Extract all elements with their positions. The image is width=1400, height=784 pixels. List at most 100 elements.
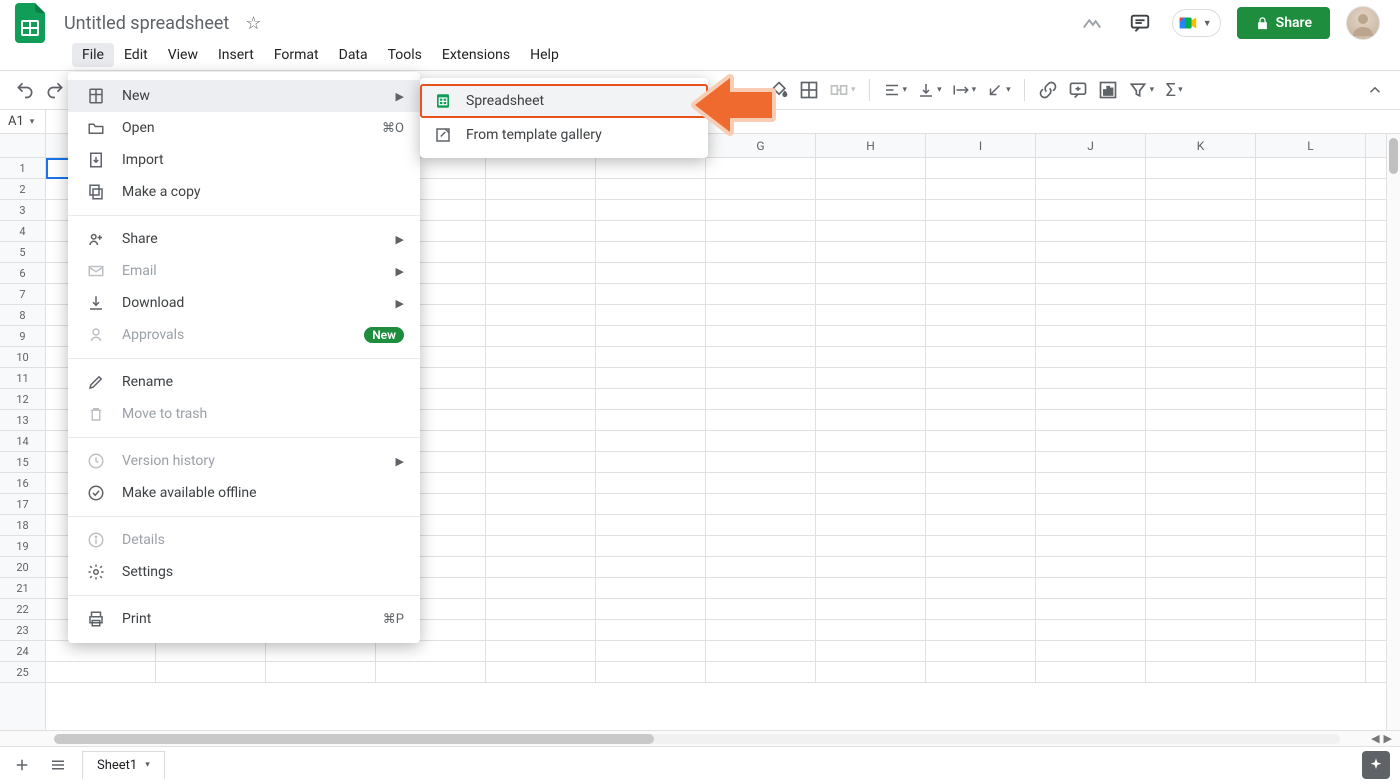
row-header[interactable]: 16	[0, 473, 45, 494]
email-icon	[86, 262, 106, 280]
menu-details: Details	[68, 524, 420, 556]
row-header[interactable]: 11	[0, 368, 45, 389]
row-header[interactable]: 6	[0, 263, 45, 284]
row-header[interactable]: 20	[0, 557, 45, 578]
column-header[interactable]: G	[706, 134, 816, 157]
all-sheets-button[interactable]	[46, 749, 70, 781]
menu-extensions[interactable]: Extensions	[432, 43, 520, 67]
row-header[interactable]: 23	[0, 620, 45, 641]
menu-edit[interactable]: Edit	[114, 43, 158, 67]
sheets-logo[interactable]	[10, 3, 50, 43]
menu-view[interactable]: View	[158, 43, 208, 67]
comment-button[interactable]	[1065, 76, 1091, 104]
meet-button[interactable]: ▼	[1172, 9, 1221, 37]
row-header[interactable]: 19	[0, 536, 45, 557]
merge-button[interactable]: ▾	[826, 76, 859, 104]
row-header[interactable]: 22	[0, 599, 45, 620]
column-header[interactable]: K	[1146, 134, 1256, 157]
row-header[interactable]: 13	[0, 410, 45, 431]
column-header[interactable]: L	[1256, 134, 1366, 157]
info-icon	[86, 531, 106, 549]
chevron-right-icon: ▶	[396, 233, 404, 246]
menu-download[interactable]: Download ▶	[68, 287, 420, 319]
row-header[interactable]: 7	[0, 284, 45, 305]
row-header[interactable]: 8	[0, 305, 45, 326]
wrap-button[interactable]: ▾	[949, 76, 980, 104]
star-icon[interactable]: ☆	[245, 13, 261, 34]
row-header[interactable]: 10	[0, 347, 45, 368]
menu-insert[interactable]: Insert	[208, 43, 264, 67]
rotate-button[interactable]: ▾	[983, 76, 1014, 104]
menu-file[interactable]: File	[72, 43, 114, 67]
row-header[interactable]: 21	[0, 578, 45, 599]
row-header[interactable]: 24	[0, 641, 45, 662]
redo-button[interactable]	[42, 76, 68, 104]
link-button[interactable]	[1035, 76, 1061, 104]
row-header[interactable]: 25	[0, 662, 45, 683]
menu-move-to-trash: Move to trash	[68, 398, 420, 430]
column-header[interactable]: H	[816, 134, 926, 157]
row-header[interactable]: 4	[0, 221, 45, 242]
chevron-right-icon: ▶	[396, 90, 404, 103]
collapse-toolbar-icon[interactable]	[1362, 76, 1388, 104]
horizontal-scrollbar[interactable]: ◀▶	[0, 730, 1400, 746]
fill-color-button[interactable]	[766, 76, 792, 104]
row-header[interactable]: 14	[0, 431, 45, 452]
menu-format[interactable]: Format	[264, 43, 329, 67]
row-header[interactable]: 9	[0, 326, 45, 347]
menu-new[interactable]: New ▶	[68, 80, 420, 112]
menu-rename[interactable]: Rename	[68, 366, 420, 398]
menu-make-copy[interactable]: Make a copy	[68, 176, 420, 208]
explore-button[interactable]	[1362, 751, 1390, 779]
menu-share[interactable]: Share ▶	[68, 223, 420, 255]
functions-button[interactable]: Σ▾	[1161, 76, 1187, 104]
row-header[interactable]: 1	[0, 158, 45, 179]
doc-title[interactable]: Untitled spreadsheet	[58, 11, 235, 36]
menu-import[interactable]: Import	[68, 144, 420, 176]
borders-button[interactable]	[796, 76, 822, 104]
add-sheet-button[interactable]	[10, 749, 34, 781]
new-submenu: Spreadsheet From template gallery	[420, 78, 708, 158]
halign-button[interactable]: ▾	[880, 76, 911, 104]
row-header[interactable]: 2	[0, 179, 45, 200]
menu-help[interactable]: Help	[520, 43, 569, 67]
row-header[interactable]: 3	[0, 200, 45, 221]
row-headers[interactable]: 1234567891011121314151617181920212223242…	[0, 158, 46, 730]
menu-tools[interactable]: Tools	[378, 43, 432, 67]
spreadsheet-icon	[86, 87, 106, 105]
select-all-corner[interactable]	[0, 134, 46, 158]
share-button[interactable]: Share	[1237, 7, 1330, 39]
avatar[interactable]	[1346, 6, 1380, 40]
row-header[interactable]: 12	[0, 389, 45, 410]
row-header[interactable]: 5	[0, 242, 45, 263]
valign-button[interactable]: ▾	[914, 76, 945, 104]
activity-icon[interactable]	[1076, 7, 1108, 39]
menu-settings[interactable]: Settings	[68, 556, 420, 588]
offline-icon	[86, 484, 106, 502]
menu-data[interactable]: Data	[329, 43, 378, 67]
menu-open[interactable]: Open ⌘O	[68, 112, 420, 144]
chevron-down-icon: ▾	[30, 117, 35, 127]
print-icon	[86, 610, 106, 628]
template-icon	[434, 126, 452, 144]
menu-available-offline[interactable]: Make available offline	[68, 477, 420, 509]
sheet-tab[interactable]: Sheet1 ▾	[82, 751, 165, 779]
undo-button[interactable]	[12, 76, 38, 104]
chart-button[interactable]	[1095, 76, 1121, 104]
column-header[interactable]: J	[1036, 134, 1146, 157]
submenu-spreadsheet[interactable]: Spreadsheet	[420, 84, 708, 118]
submenu-from-template[interactable]: From template gallery	[420, 118, 708, 152]
row-header[interactable]: 17	[0, 494, 45, 515]
column-header[interactable]: I	[926, 134, 1036, 157]
chevron-right-icon: ▶	[396, 265, 404, 278]
approvals-icon	[86, 326, 106, 344]
row-header[interactable]: 18	[0, 515, 45, 536]
name-box[interactable]: A1 ▾	[0, 110, 46, 133]
file-dropdown: New ▶ Open ⌘O Import Make a copy Share ▶…	[68, 72, 420, 643]
menu-print[interactable]: Print ⌘P	[68, 603, 420, 635]
comments-icon[interactable]	[1124, 7, 1156, 39]
filter-button[interactable]: ▾	[1125, 76, 1158, 104]
chevron-right-icon: ▶	[396, 455, 404, 468]
vertical-scrollbar[interactable]	[1386, 134, 1400, 730]
row-header[interactable]: 15	[0, 452, 45, 473]
